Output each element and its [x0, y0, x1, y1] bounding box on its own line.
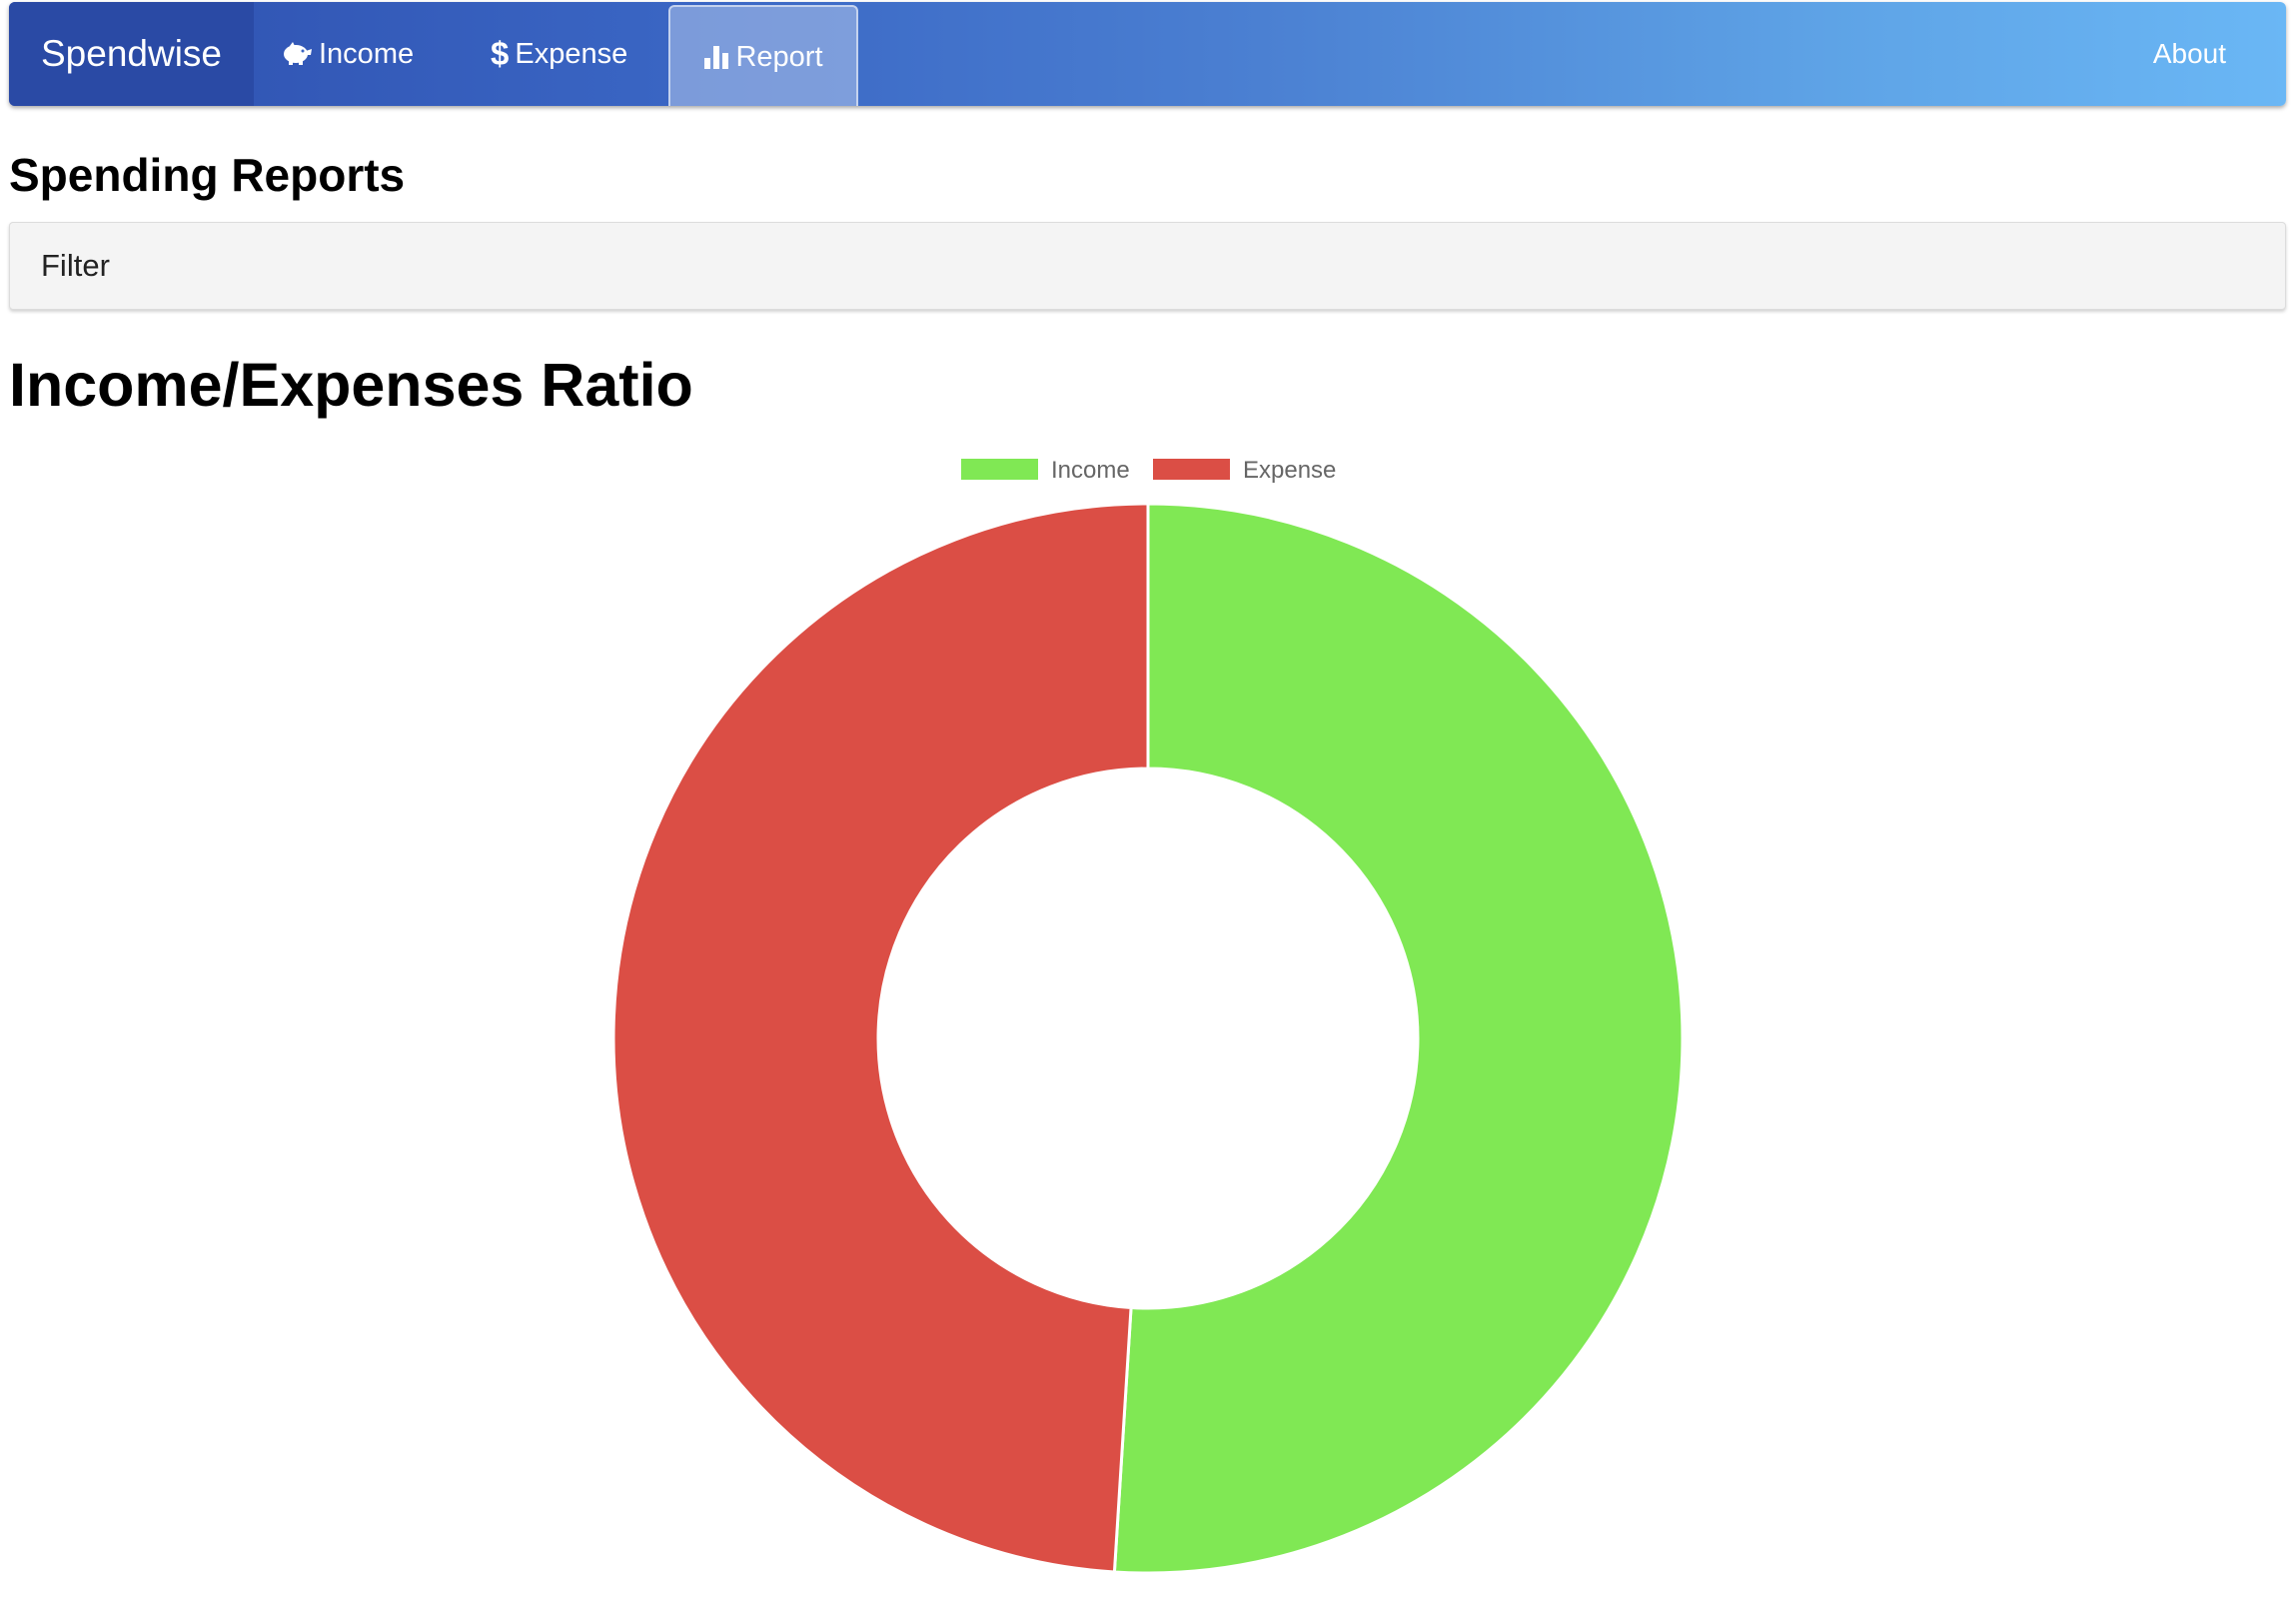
legend-label-income: Income [1051, 457, 1130, 484]
nav-expense[interactable]: $ Expense [491, 2, 627, 106]
nav-income[interactable]: Income [281, 2, 414, 106]
legend-item-income[interactable]: Income [961, 457, 1130, 484]
slice-expense[interactable] [611, 502, 1150, 1574]
piggy-bank-icon [281, 41, 313, 67]
nav-report-label: Report [735, 40, 823, 73]
page-title: Spending Reports [9, 149, 406, 201]
legend-swatch-expense [1153, 459, 1230, 480]
brand-link[interactable]: Spendwise [9, 2, 254, 106]
slice-income[interactable] [1112, 502, 1685, 1575]
chart-legend: Income Expense [961, 457, 1336, 484]
donut-chart: Income Expense [611, 457, 1685, 1575]
filter-panel-toggle[interactable]: Filter [9, 222, 2286, 310]
nav-report[interactable]: Report [668, 5, 858, 106]
legend-label-expense: Expense [1243, 457, 1336, 484]
dollar-icon: $ [491, 35, 510, 72]
legend-swatch-income [961, 459, 1038, 480]
nav-about[interactable]: About [2153, 2, 2226, 106]
filter-label: Filter [41, 248, 110, 283]
legend-item-expense[interactable]: Expense [1153, 457, 1336, 484]
chart-title: Income/Expenses Ratio [9, 351, 693, 419]
bar-chart-icon [703, 44, 729, 70]
nav-expense-label: Expense [515, 38, 628, 70]
navbar: Spendwise Income $ Expense Report About [9, 2, 2286, 106]
nav-income-label: Income [319, 38, 415, 70]
chart-slices [611, 502, 1685, 1575]
